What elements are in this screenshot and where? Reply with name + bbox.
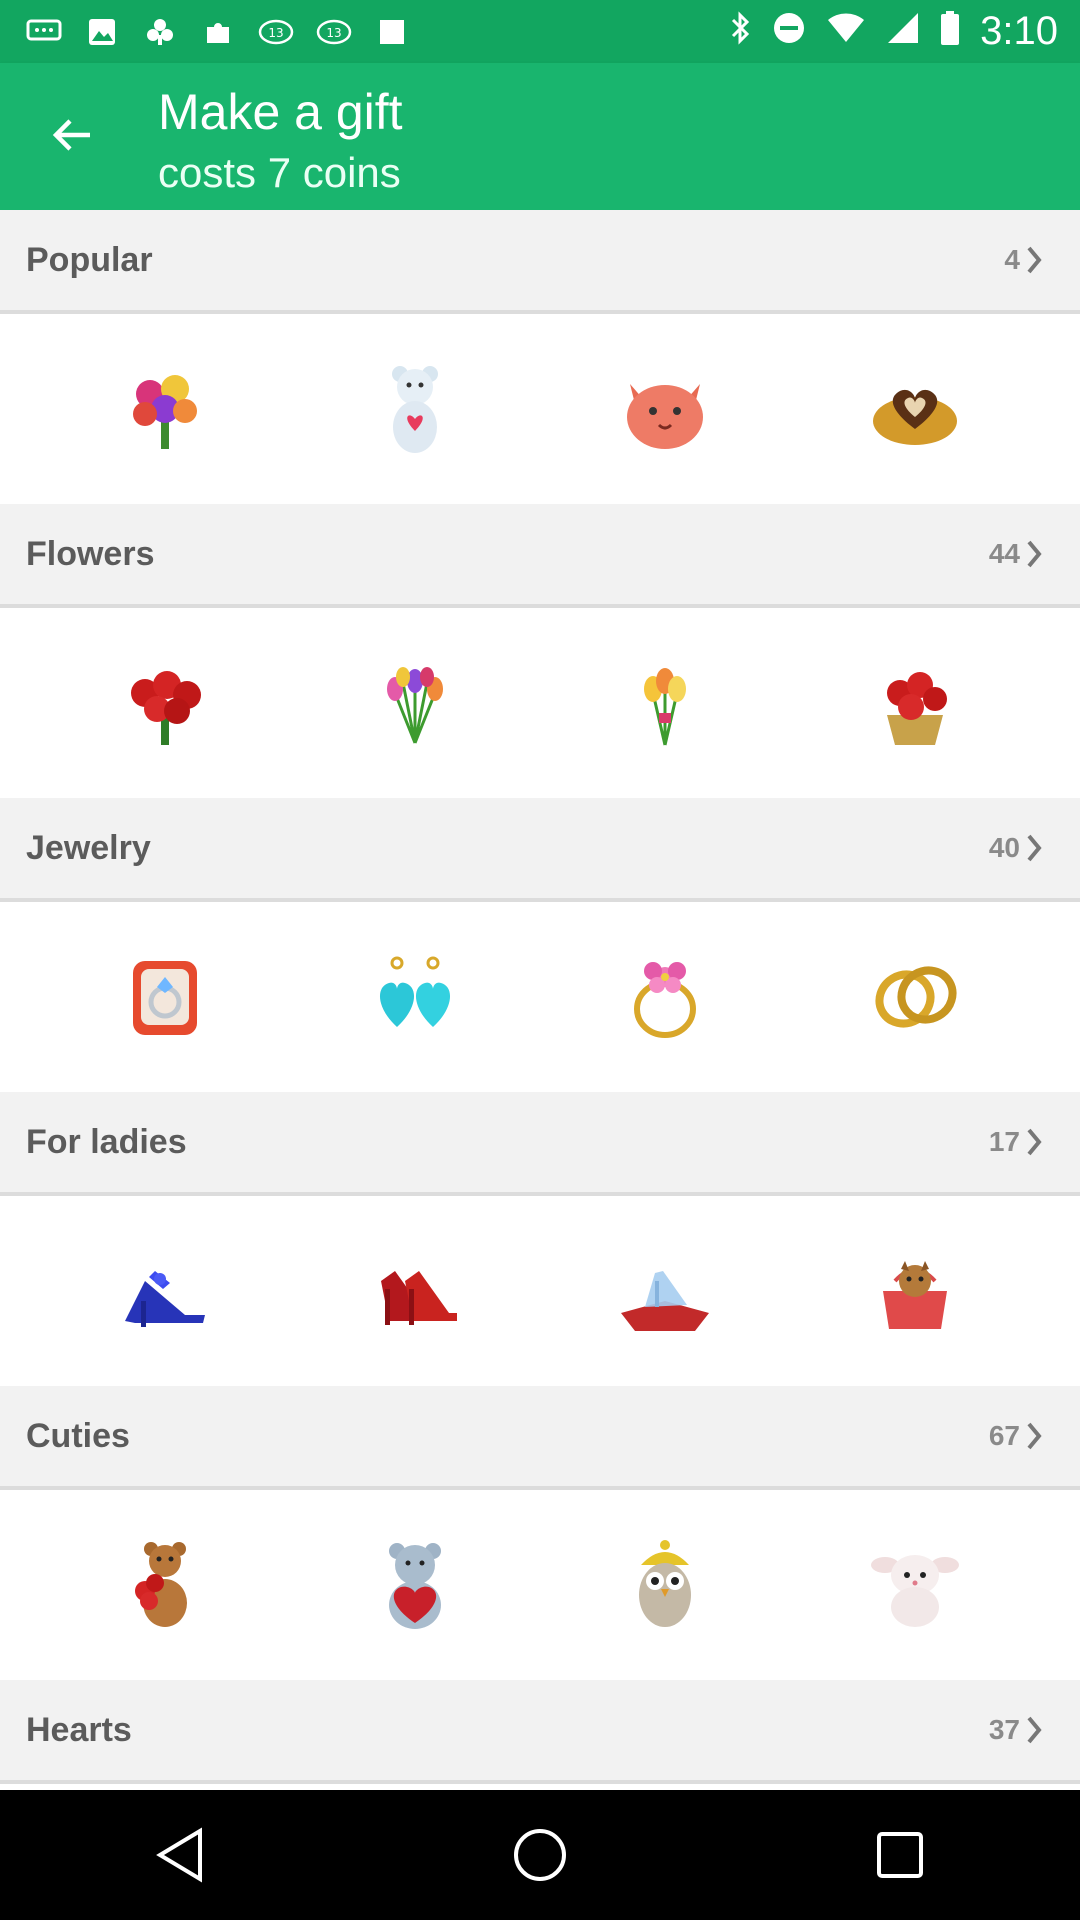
app-bar: Make a gift costs 7 coins — [0, 63, 1080, 210]
recents-nav-button[interactable] — [865, 1820, 935, 1890]
circle-home-icon — [514, 1829, 566, 1881]
dog-purse-icon[interactable] — [860, 1236, 970, 1346]
teddy-bear-icon[interactable] — [360, 354, 470, 464]
system-icons: 3:10 — [730, 9, 1058, 54]
love-bear-icon[interactable] — [360, 1530, 470, 1640]
svg-text:13: 13 — [268, 26, 283, 40]
section-count: 37 — [988, 1714, 1020, 1745]
gift-row — [0, 1490, 1080, 1680]
section-count: 40 — [988, 832, 1020, 863]
notification-icons: 13 13 — [24, 17, 412, 47]
section-title: Hearts — [26, 1710, 132, 1749]
blue-heels-icon[interactable] — [110, 1236, 220, 1346]
gift-row — [0, 314, 1080, 504]
section-title: Flowers — [26, 534, 155, 573]
red-heels-icon[interactable] — [360, 1236, 470, 1346]
section-count: 4 — [1004, 244, 1020, 275]
clock: 3:10 — [980, 9, 1058, 53]
red-roses-icon[interactable] — [110, 648, 220, 758]
section-title: Jewelry — [26, 828, 151, 867]
section-count: 17 — [988, 1126, 1020, 1157]
battery-icon — [940, 10, 960, 54]
tv-logo-icon: 13 — [256, 17, 296, 47]
wifi-icon — [826, 12, 866, 52]
page-subtitle: costs 7 coins — [158, 149, 401, 196]
section-flowers: Flowers 44 — [0, 504, 1080, 798]
chevron-right-icon — [1024, 1713, 1044, 1747]
back-nav-button[interactable] — [145, 1820, 215, 1890]
bluetooth-icon — [730, 10, 752, 53]
flower-ring-icon[interactable] — [610, 942, 720, 1052]
white-creature-icon[interactable] — [860, 1530, 970, 1640]
chevron-right-icon — [1024, 537, 1044, 571]
chevron-right-icon — [1024, 1125, 1044, 1159]
section-title: Popular — [26, 240, 153, 279]
section-popular: Popular 4 — [0, 210, 1080, 504]
section-title: Cuties — [26, 1416, 130, 1455]
message-icon — [24, 17, 64, 47]
section-jewelry: Jewelry 40 — [0, 798, 1080, 1092]
svg-text:13: 13 — [326, 26, 341, 40]
section-header-cuties[interactable]: Cuties 67 — [0, 1386, 1080, 1490]
tv-logo-icon: 13 — [314, 17, 354, 47]
chocolate-heart-icon[interactable] — [860, 354, 970, 464]
section-count: 67 — [988, 1420, 1020, 1451]
photo-icon — [82, 17, 122, 47]
section-title: For ladies — [26, 1122, 187, 1161]
section-count: 44 — [988, 538, 1020, 569]
square-recents-icon — [877, 1832, 923, 1878]
gift-category-list[interactable]: Popular 4 Flowers 44 Jewelry 40 For ladi… — [0, 210, 1080, 1790]
section-hearts: Hearts 37 — [0, 1680, 1080, 1784]
heart-earrings-icon[interactable] — [360, 942, 470, 1052]
navigation-bar — [0, 1790, 1080, 1920]
signal-icon — [886, 11, 920, 53]
cat-icon[interactable] — [610, 354, 720, 464]
bear-with-roses-icon[interactable] — [110, 1530, 220, 1640]
chevron-right-icon — [1024, 1419, 1044, 1453]
wedding-rings-icon[interactable] — [860, 942, 970, 1052]
status-bar: 13 13 3:10 — [0, 0, 1080, 63]
puzzle-icon — [198, 17, 238, 47]
ring-box-icon[interactable] — [110, 942, 220, 1052]
glass-slipper-icon[interactable] — [610, 1236, 720, 1346]
triangle-back-icon — [156, 1827, 202, 1883]
tulips-icon[interactable] — [360, 648, 470, 758]
section-header-hearts[interactable]: Hearts 37 — [0, 1680, 1080, 1784]
flower-bouquet-icon[interactable] — [110, 354, 220, 464]
gift-row — [0, 1196, 1080, 1386]
section-for-ladies: For ladies 17 — [0, 1092, 1080, 1386]
home-nav-button[interactable] — [505, 1820, 575, 1890]
game-icon — [140, 17, 180, 47]
back-button[interactable] — [40, 103, 104, 167]
section-header-jewelry[interactable]: Jewelry 40 — [0, 798, 1080, 902]
section-header-popular[interactable]: Popular 4 — [0, 210, 1080, 314]
section-cuties: Cuties 67 — [0, 1386, 1080, 1680]
rose-basket-icon[interactable] — [860, 648, 970, 758]
owl-icon[interactable] — [610, 1530, 720, 1640]
section-header-flowers[interactable]: Flowers 44 — [0, 504, 1080, 608]
back-arrow-icon — [52, 119, 90, 151]
yellow-tulips-icon[interactable] — [610, 648, 720, 758]
section-header-for-ladies[interactable]: For ladies 17 — [0, 1092, 1080, 1196]
do-not-disturb-icon — [772, 11, 806, 53]
gift-row — [0, 608, 1080, 798]
page-title: Make a gift — [158, 84, 403, 140]
square-icon — [372, 17, 412, 47]
chevron-right-icon — [1024, 243, 1044, 277]
chevron-right-icon — [1024, 831, 1044, 865]
gift-row — [0, 902, 1080, 1092]
